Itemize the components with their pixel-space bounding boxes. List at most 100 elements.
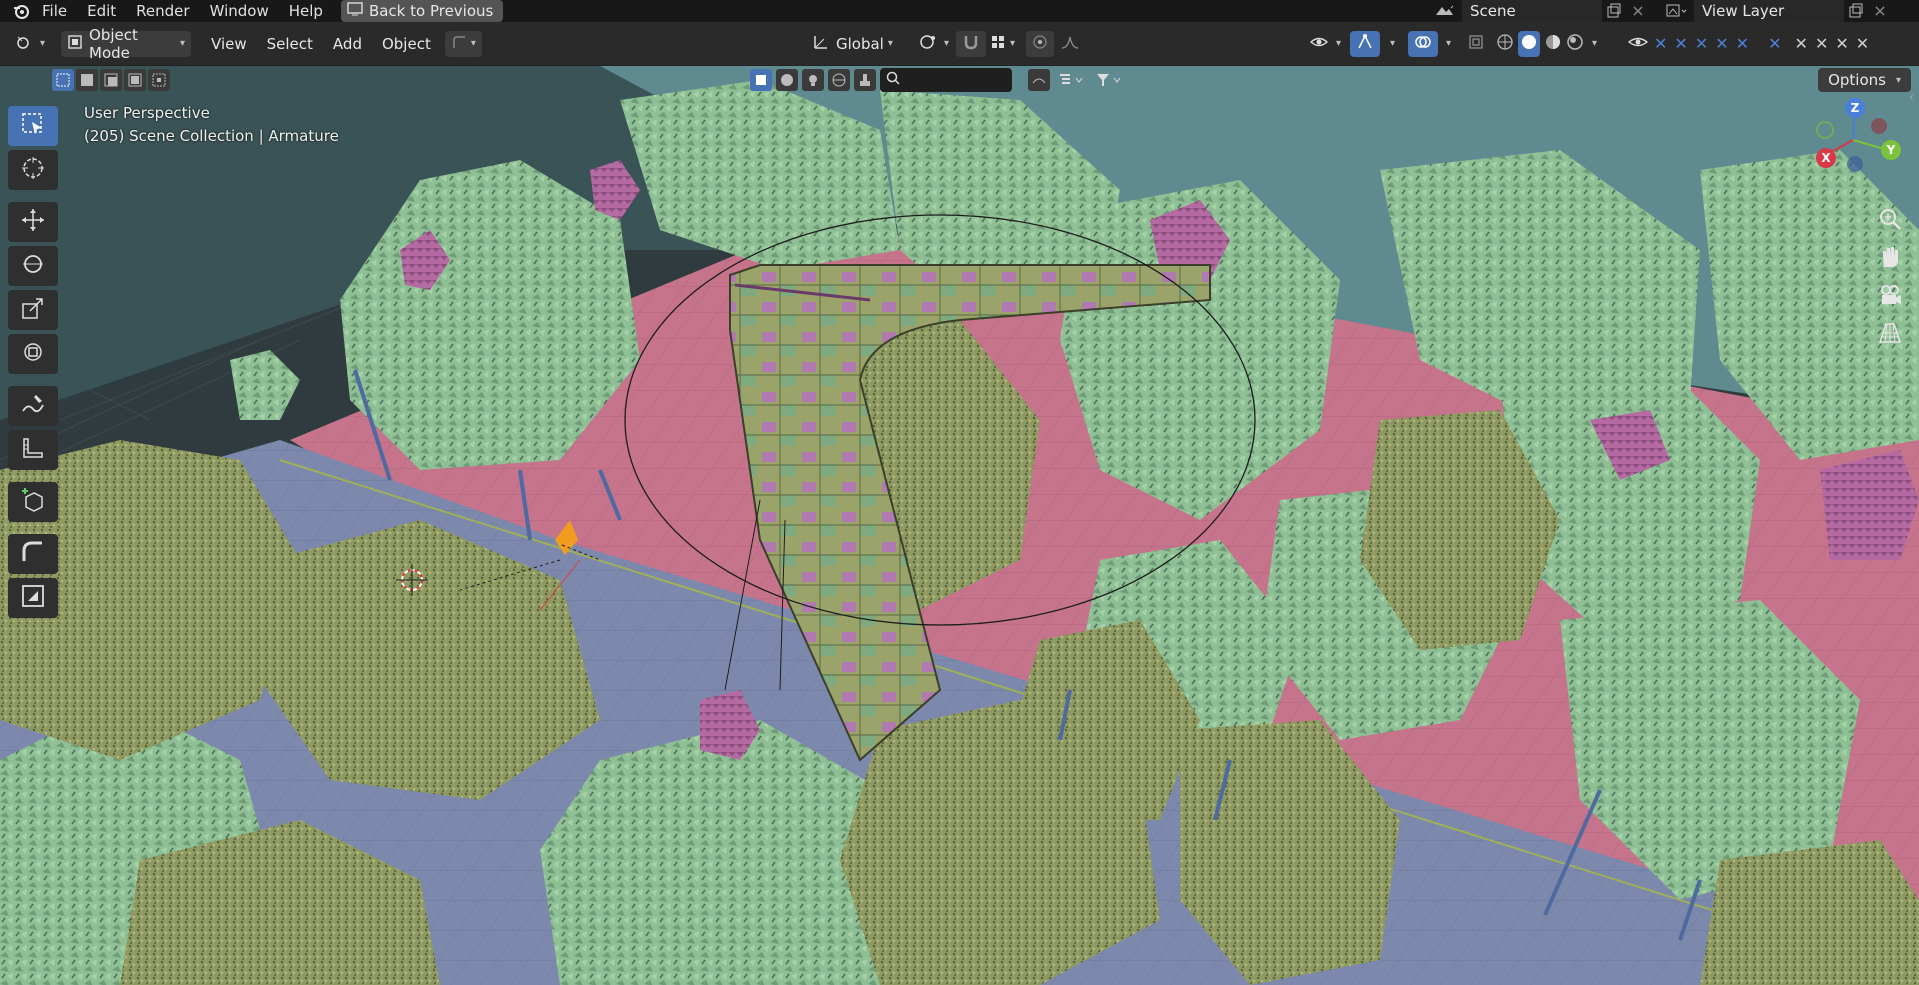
transform-tool[interactable] [8,334,58,374]
new-view-layer-icon[interactable] [1844,0,1868,22]
axis-x-button[interactable]: X [1816,148,1836,168]
perspective-label: User Perspective [84,104,210,122]
move-tool[interactable] [8,202,58,242]
pivot-point-dropdown[interactable]: ▾ [912,31,955,57]
falloff-dropdown[interactable] [1054,31,1088,57]
cursor-icon [20,155,46,185]
3d-viewport[interactable]: Options ▾ User Perspective (205) Scene C… [0,66,1919,985]
transform-icon [20,339,46,369]
material-shading-icon[interactable] [1544,33,1562,55]
view-layer-icon[interactable] [1658,0,1694,22]
select-box-tool[interactable] [8,106,58,146]
scene-name-field[interactable]: Scene [1462,0,1602,22]
show-gizmo-toggle[interactable] [1350,30,1380,57]
cursor-tool[interactable] [8,150,58,190]
axis-z-button[interactable]: Z [1845,98,1865,118]
menu-file[interactable]: File [32,0,77,22]
transform-orientation-dropdown[interactable]: Global ▾ [806,31,902,57]
scale-icon [20,295,46,325]
object-mode-icon [67,34,83,54]
tool-shelf [8,106,62,622]
zoom-button[interactable] [1875,206,1905,236]
perspective-toggle-button[interactable] [1875,320,1905,350]
mode-dropdown[interactable]: Object Mode ▾ [61,26,192,62]
menu-add[interactable]: Add [323,35,372,53]
scale-tool[interactable] [8,290,58,330]
camera-view-button[interactable] [1875,282,1905,312]
tool-separator [8,378,62,386]
rendered-shading-icon[interactable] [1566,33,1584,55]
gizmo-dropdown[interactable]: ▾ [1380,31,1401,57]
inset-tool[interactable] [8,578,58,618]
camera-icon [1878,283,1902,311]
restrict-toggle-icons[interactable]: ✕✕✕✕✕ ✕ [1654,34,1789,53]
scene-icon[interactable] [1426,0,1462,22]
chevron-down-icon[interactable]: ▾ [1592,38,1597,49]
chevron-down-icon: ▾ [180,38,186,49]
snap-target-dropdown[interactable]: ▾ [984,31,1021,57]
light-filter-icon[interactable] [802,69,824,91]
tool-separator [8,474,62,482]
restrict-toggle-icons-2[interactable]: ✕✕✕✕ [1795,34,1877,53]
delete-scene-icon[interactable] [1626,0,1650,22]
eye-icon[interactable] [1627,35,1649,53]
axis-y-button[interactable]: Y [1881,140,1901,160]
world-filter-icon[interactable] [828,69,850,91]
view-layer-field[interactable]: View Layer [1694,0,1844,22]
select-subtract-icon[interactable] [100,69,122,91]
proportional-icon [1032,34,1048,54]
search-icon [886,71,900,89]
add-cube-tool[interactable] [8,482,58,522]
gizmo-icon [1356,33,1374,55]
display-mode-dropdown[interactable] [1054,69,1088,91]
editor-type-dropdown[interactable]: ▾ [10,31,51,57]
add-cube-icon [20,487,46,517]
new-scene-icon[interactable] [1602,0,1626,22]
menu-edit[interactable]: Edit [77,0,126,22]
collection-visibility-toggles: ✕✕✕✕✕ ✕ ✕✕✕✕ [1622,31,1882,57]
rotate-tool[interactable] [8,246,58,286]
blender-logo-icon[interactable] [10,0,32,22]
chevron-down-icon: ▾ [944,38,950,49]
measure-icon [20,435,46,465]
select-invert-icon[interactable] [124,69,146,91]
delete-view-layer-icon[interactable] [1868,0,1892,22]
menu-window[interactable]: Window [200,0,279,22]
snap-toggle[interactable] [956,30,986,57]
search-input[interactable] [880,68,1012,92]
menu-select[interactable]: Select [257,35,323,53]
object-filter-icon[interactable] [750,69,772,91]
menu-object[interactable]: Object [372,35,441,53]
back-to-previous-button[interactable]: Back to Previous [340,0,504,22]
sphere-filter-icon[interactable] [776,69,798,91]
xray-toggle[interactable] [1462,31,1490,57]
options-label: Options [1828,71,1886,89]
chevron-down-icon: ▾ [470,38,476,49]
hand-icon [1878,245,1902,273]
options-dropdown[interactable]: Options ▾ [1818,68,1911,92]
object-gizmo-dropdown[interactable]: ▾ [444,30,482,57]
select-new-icon[interactable] [52,69,74,91]
solid-shading-icon[interactable] [1518,30,1540,57]
brush-filter-icon[interactable] [854,69,876,91]
navigation-gizmo[interactable]: Z Y X [1803,90,1913,200]
curve-filter-icon[interactable] [1028,69,1050,91]
select-intersect-icon[interactable] [148,69,170,91]
visibility-dropdown[interactable]: ▾ [1304,31,1347,57]
wireframe-shading-icon[interactable] [1496,33,1514,55]
menu-help[interactable]: Help [279,0,333,22]
pan-button[interactable] [1875,244,1905,274]
sidebar-toggle-icon[interactable]: ‹ [1909,90,1919,104]
show-overlays-toggle[interactable] [1408,30,1438,57]
mode-label: Object Mode [89,25,138,62]
menu-render[interactable]: Render [126,0,199,22]
proportional-edit-toggle[interactable] [1026,30,1054,57]
chevron-down-icon: ▾ [1446,38,1452,49]
filter-dropdown[interactable] [1092,69,1126,91]
measure-tool[interactable] [8,430,58,470]
shear-tool[interactable] [8,534,58,574]
select-extend-icon[interactable] [76,69,98,91]
overlays-dropdown[interactable]: ▾ [1436,31,1457,57]
menu-view[interactable]: View [201,35,257,53]
annotate-tool[interactable] [8,386,58,426]
